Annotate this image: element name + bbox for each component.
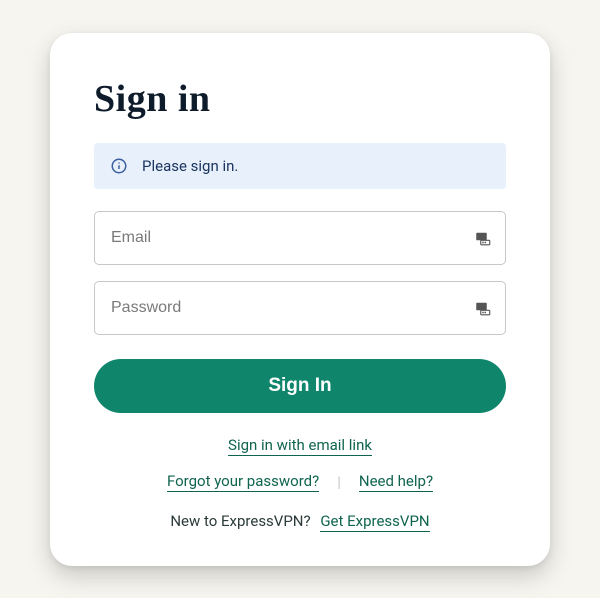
- notice-text: Please sign in.: [142, 157, 238, 175]
- password-field-wrapper: [94, 281, 506, 335]
- email-field-wrapper: [94, 211, 506, 265]
- info-icon: [110, 157, 128, 175]
- password-manager-icon[interactable]: [474, 229, 492, 247]
- signup-prompt: New to ExpressVPN?: [170, 512, 310, 530]
- need-help-link[interactable]: Need help?: [359, 472, 433, 492]
- forgot-password-link[interactable]: Forgot your password?: [167, 472, 319, 492]
- password-field[interactable]: [94, 281, 506, 335]
- signin-card: Sign in Please sign in.: [50, 33, 550, 566]
- signin-button[interactable]: Sign In: [94, 359, 506, 413]
- notice-banner: Please sign in.: [94, 143, 506, 189]
- help-row: Forgot your password? | Need help?: [94, 472, 506, 492]
- password-manager-icon[interactable]: [474, 299, 492, 317]
- email-field[interactable]: [94, 211, 506, 265]
- separator: |: [337, 473, 341, 491]
- signup-cta-row: New to ExpressVPN? Get ExpressVPN: [94, 512, 506, 530]
- get-expressvpn-link[interactable]: Get ExpressVPN: [320, 512, 429, 532]
- signin-email-link[interactable]: Sign in with email link: [228, 436, 372, 456]
- email-link-row: Sign in with email link: [94, 435, 506, 454]
- page-title: Sign in: [94, 77, 506, 121]
